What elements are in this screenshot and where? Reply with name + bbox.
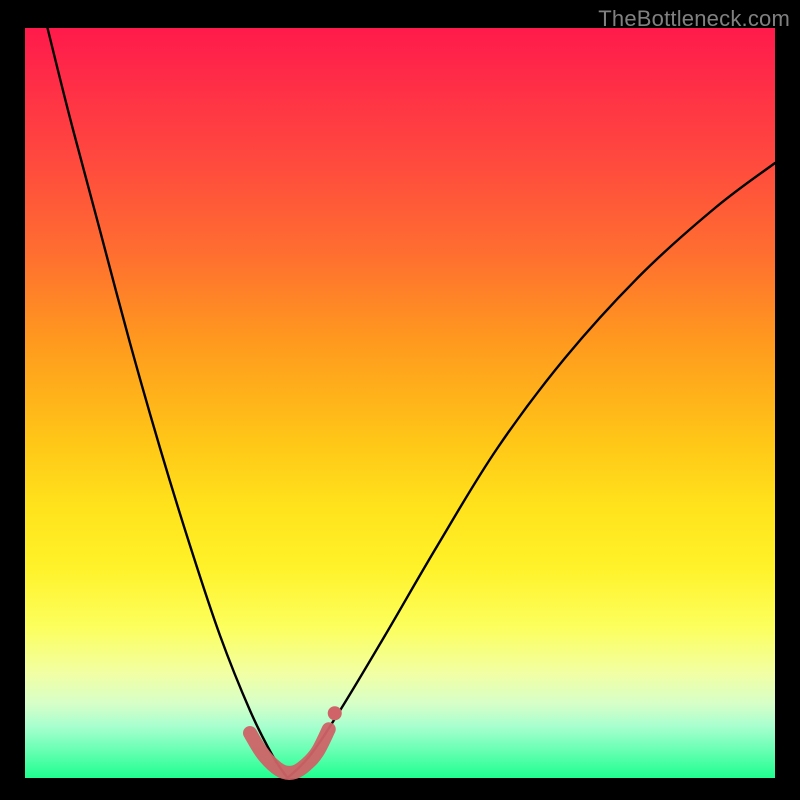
curve-left-branch [48, 28, 288, 778]
marker-dot [328, 706, 342, 720]
plot-area [25, 28, 775, 778]
curve-layer [25, 28, 775, 778]
curve-right-branch [288, 163, 776, 778]
watermark-text: TheBottleneck.com [598, 6, 790, 32]
chart-stage: TheBottleneck.com [0, 0, 800, 800]
